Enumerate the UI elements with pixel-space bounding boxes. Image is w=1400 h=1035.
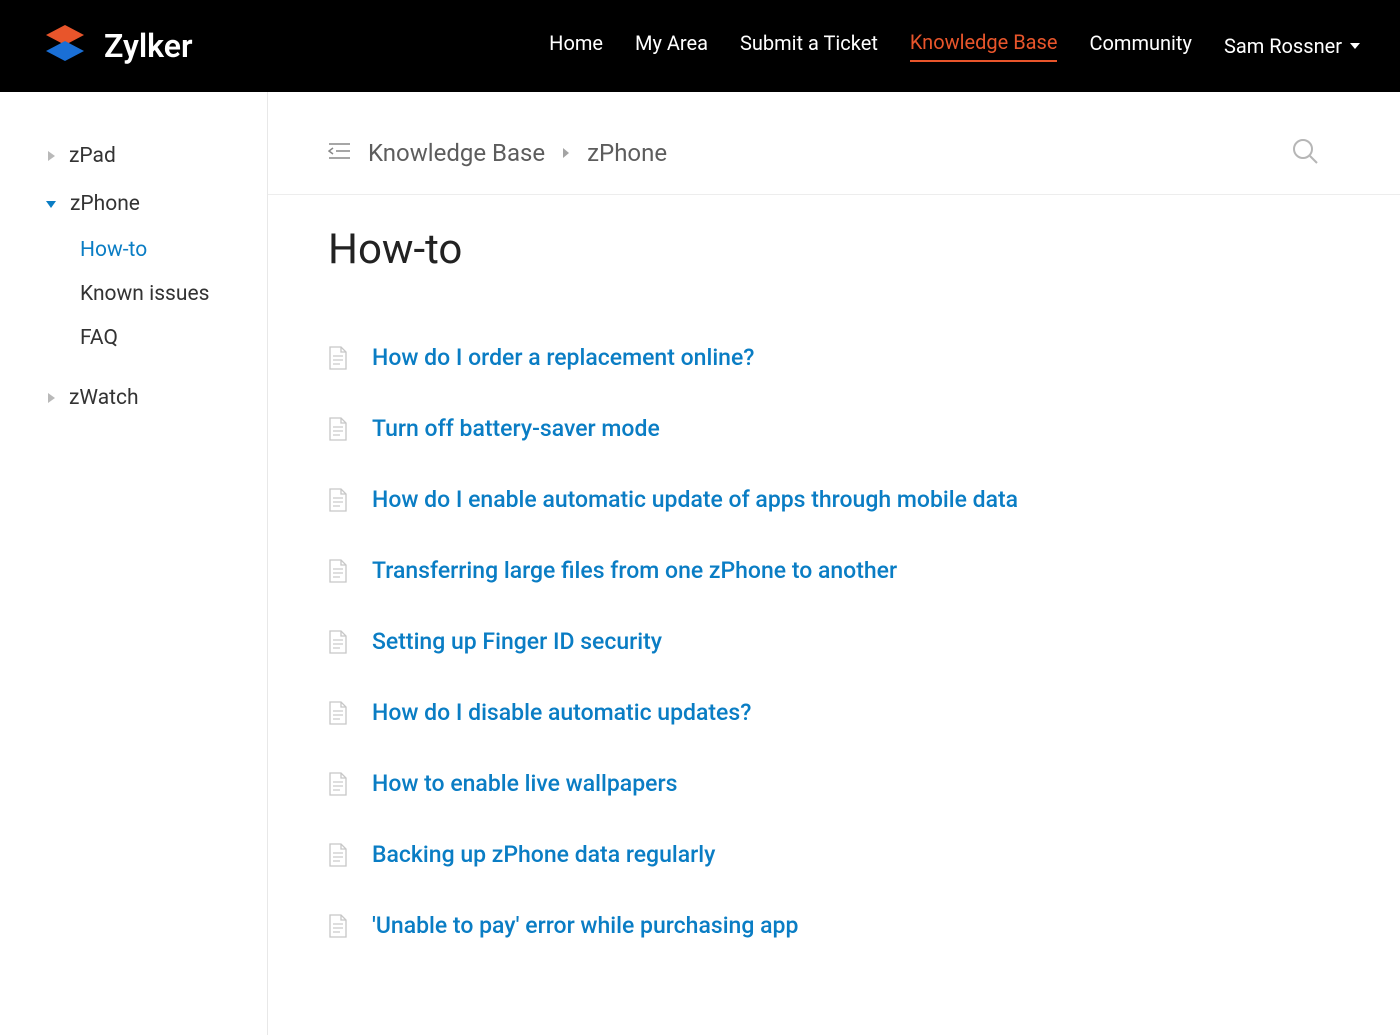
article-row: How do I disable automatic updates? [328,677,1320,748]
sidebar-toggle-button[interactable] [328,143,350,163]
page-title: How-to [328,225,1320,274]
article-link[interactable]: Turn off battery-saver mode [372,415,660,442]
article-link[interactable]: How to enable live wallpapers [372,770,677,797]
document-icon [328,559,348,583]
chevron-right-icon [48,151,55,161]
user-menu[interactable]: Sam Rossner [1224,34,1360,58]
top-header: Zylker Home My Area Submit a Ticket Know… [0,0,1400,92]
document-icon [328,914,348,938]
document-icon [328,417,348,441]
sidebar-item-zwatch[interactable]: zWatch [0,374,267,422]
body-layout: zPad zPhone How-to Known issues FAQ zWat… [0,92,1400,1035]
sidebar-sub-label: How-to [80,238,147,262]
sidebar-collapse-icon [328,143,350,159]
article-row: Transferring large files from one zPhone… [328,535,1320,606]
sidebar-sub-label: Known issues [80,282,209,306]
document-icon [328,772,348,796]
chevron-down-icon [1350,43,1360,49]
article-row: How do I order a replacement online? [328,322,1320,393]
document-icon [328,630,348,654]
article-row: How to enable live wallpapers [328,748,1320,819]
article-link[interactable]: 'Unable to pay' error while purchasing a… [372,912,798,939]
article-link[interactable]: How do I disable automatic updates? [372,699,751,726]
article-list: How do I order a replacement online? Turn… [328,322,1320,961]
sidebar-sub-label: FAQ [80,326,118,350]
article-row: Turn off battery-saver mode [328,393,1320,464]
breadcrumb-bar: Knowledge Base zPhone [268,92,1400,195]
article-link[interactable]: Setting up Finger ID security [372,628,662,655]
article-row: Backing up zPhone data regularly [328,819,1320,890]
brand-logo[interactable]: Zylker [40,21,192,71]
user-name: Sam Rossner [1224,34,1342,58]
nav-home[interactable]: Home [549,31,603,61]
document-icon [328,488,348,512]
brand-name: Zylker [104,27,192,65]
content-area: How-to How do I order a replacement onli… [268,195,1400,961]
main-content: Knowledge Base zPhone How-to How do I or… [268,92,1400,1035]
article-link[interactable]: How do I enable automatic update of apps… [372,486,1018,513]
sidebar-item-zphone[interactable]: zPhone [0,180,267,228]
sidebar-sub-howto[interactable]: How-to [0,228,267,272]
nav-knowledge-base[interactable]: Knowledge Base [910,30,1058,62]
main-nav: Home My Area Submit a Ticket Knowledge B… [549,30,1360,62]
article-row: 'Unable to pay' error while purchasing a… [328,890,1320,961]
article-link[interactable]: Transferring large files from one zPhone… [372,557,897,584]
sidebar-item-zpad[interactable]: zPad [0,132,267,180]
nav-community[interactable]: Community [1089,31,1191,61]
nav-my-area[interactable]: My Area [635,31,708,61]
search-button[interactable] [1290,136,1320,170]
nav-submit-ticket[interactable]: Submit a Ticket [740,31,878,61]
article-link[interactable]: How do I order a replacement online? [372,344,755,371]
article-row: How do I enable automatic update of apps… [328,464,1320,535]
breadcrumb-knowledge-base[interactable]: Knowledge Base [368,139,545,167]
article-link[interactable]: Backing up zPhone data regularly [372,841,715,868]
search-icon [1290,136,1320,166]
breadcrumb-zphone[interactable]: zPhone [587,139,667,167]
breadcrumb: Knowledge Base zPhone [368,139,667,167]
zylker-logo-icon [40,21,90,71]
sidebar-item-label: zPhone [70,192,140,216]
sidebar: zPad zPhone How-to Known issues FAQ zWat… [0,92,268,1035]
chevron-down-icon [46,201,56,208]
sidebar-item-label: zPad [69,144,116,168]
sidebar-sub-known-issues[interactable]: Known issues [0,272,267,316]
document-icon [328,843,348,867]
article-row: Setting up Finger ID security [328,606,1320,677]
chevron-right-icon [563,148,569,158]
chevron-right-icon [48,393,55,403]
document-icon [328,346,348,370]
document-icon [328,701,348,725]
sidebar-sub-faq[interactable]: FAQ [0,316,267,360]
sidebar-item-label: zWatch [69,386,139,410]
